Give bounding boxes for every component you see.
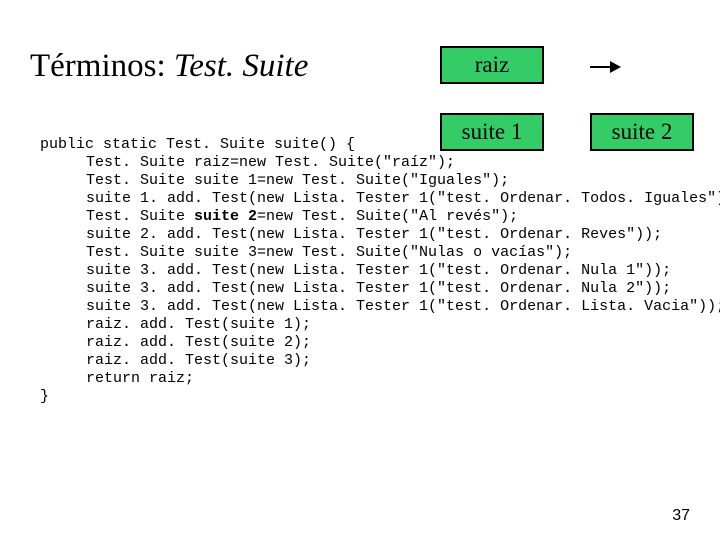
code-bold: suite 2	[194, 208, 257, 225]
title-term: Test. Suite	[174, 48, 308, 84]
page-number: 37	[672, 507, 690, 525]
code-line: Test. Suite suite 1=new Test. Suite("Igu…	[86, 172, 509, 189]
code-line: suite 3. add. Test(new Lista. Tester 1("…	[86, 298, 720, 315]
arrow-icon	[590, 60, 624, 74]
code-line: raiz. add. Test(suite 3);	[86, 352, 311, 369]
box-raiz-label: raiz	[475, 52, 509, 78]
arrow-line	[590, 66, 610, 69]
box-raiz: raiz	[440, 46, 544, 84]
code-line: raiz. add. Test(suite 2);	[86, 334, 311, 351]
title-prefix: Términos:	[30, 48, 174, 84]
code-line: =new Test. Suite("Al revés");	[257, 208, 518, 225]
code-line: Test. Suite raiz=new Test. Suite("raíz")…	[86, 154, 455, 171]
slide-title: Términos: Test. Suite	[30, 48, 308, 85]
code-block: public static Test. Suite suite() { Test…	[40, 118, 720, 406]
code-line: suite 3. add. Test(new Lista. Tester 1("…	[86, 262, 671, 279]
code-line: suite 1. add. Test(new Lista. Tester 1("…	[86, 190, 720, 207]
code-line: public static Test. Suite suite() {	[40, 136, 355, 153]
code-line: raiz. add. Test(suite 1);	[86, 316, 311, 333]
code-line: return raiz;	[86, 370, 194, 387]
code-line: }	[40, 388, 49, 405]
slide: Términos: Test. Suite raiz suite 1 suite…	[0, 0, 720, 540]
code-line: suite 2. add. Test(new Lista. Tester 1("…	[86, 226, 662, 243]
code-line: Test. Suite	[86, 208, 194, 225]
code-line: Test. Suite suite 3=new Test. Suite("Nul…	[86, 244, 572, 261]
arrow-head	[610, 61, 621, 73]
code-line: suite 3. add. Test(new Lista. Tester 1("…	[86, 280, 671, 297]
